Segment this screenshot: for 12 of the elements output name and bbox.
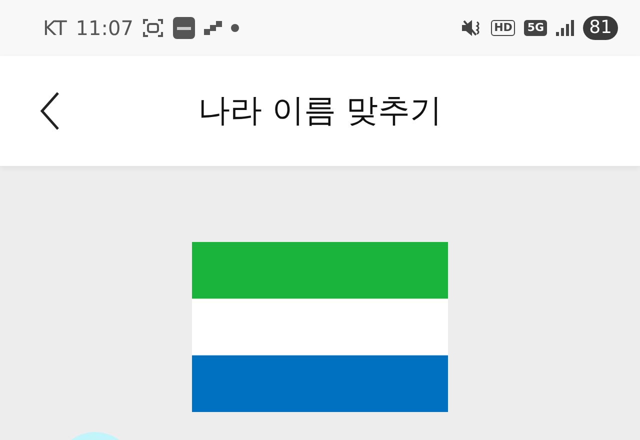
screenshot-icon — [142, 18, 164, 38]
network-badge: HD — [491, 20, 516, 36]
carrier-name: KT — [43, 16, 67, 40]
network-badge: 5G — [524, 20, 548, 36]
app-icon — [173, 17, 196, 39]
stairs-icon — [204, 21, 222, 35]
notification-dot-icon — [231, 24, 240, 32]
back-icon[interactable] — [38, 91, 62, 131]
page-title: 나라 이름 맞추기 — [198, 90, 442, 131]
battery-level: 81 — [583, 16, 618, 40]
signal-icon — [556, 20, 574, 36]
clock-time: 11:07 — [76, 16, 134, 40]
